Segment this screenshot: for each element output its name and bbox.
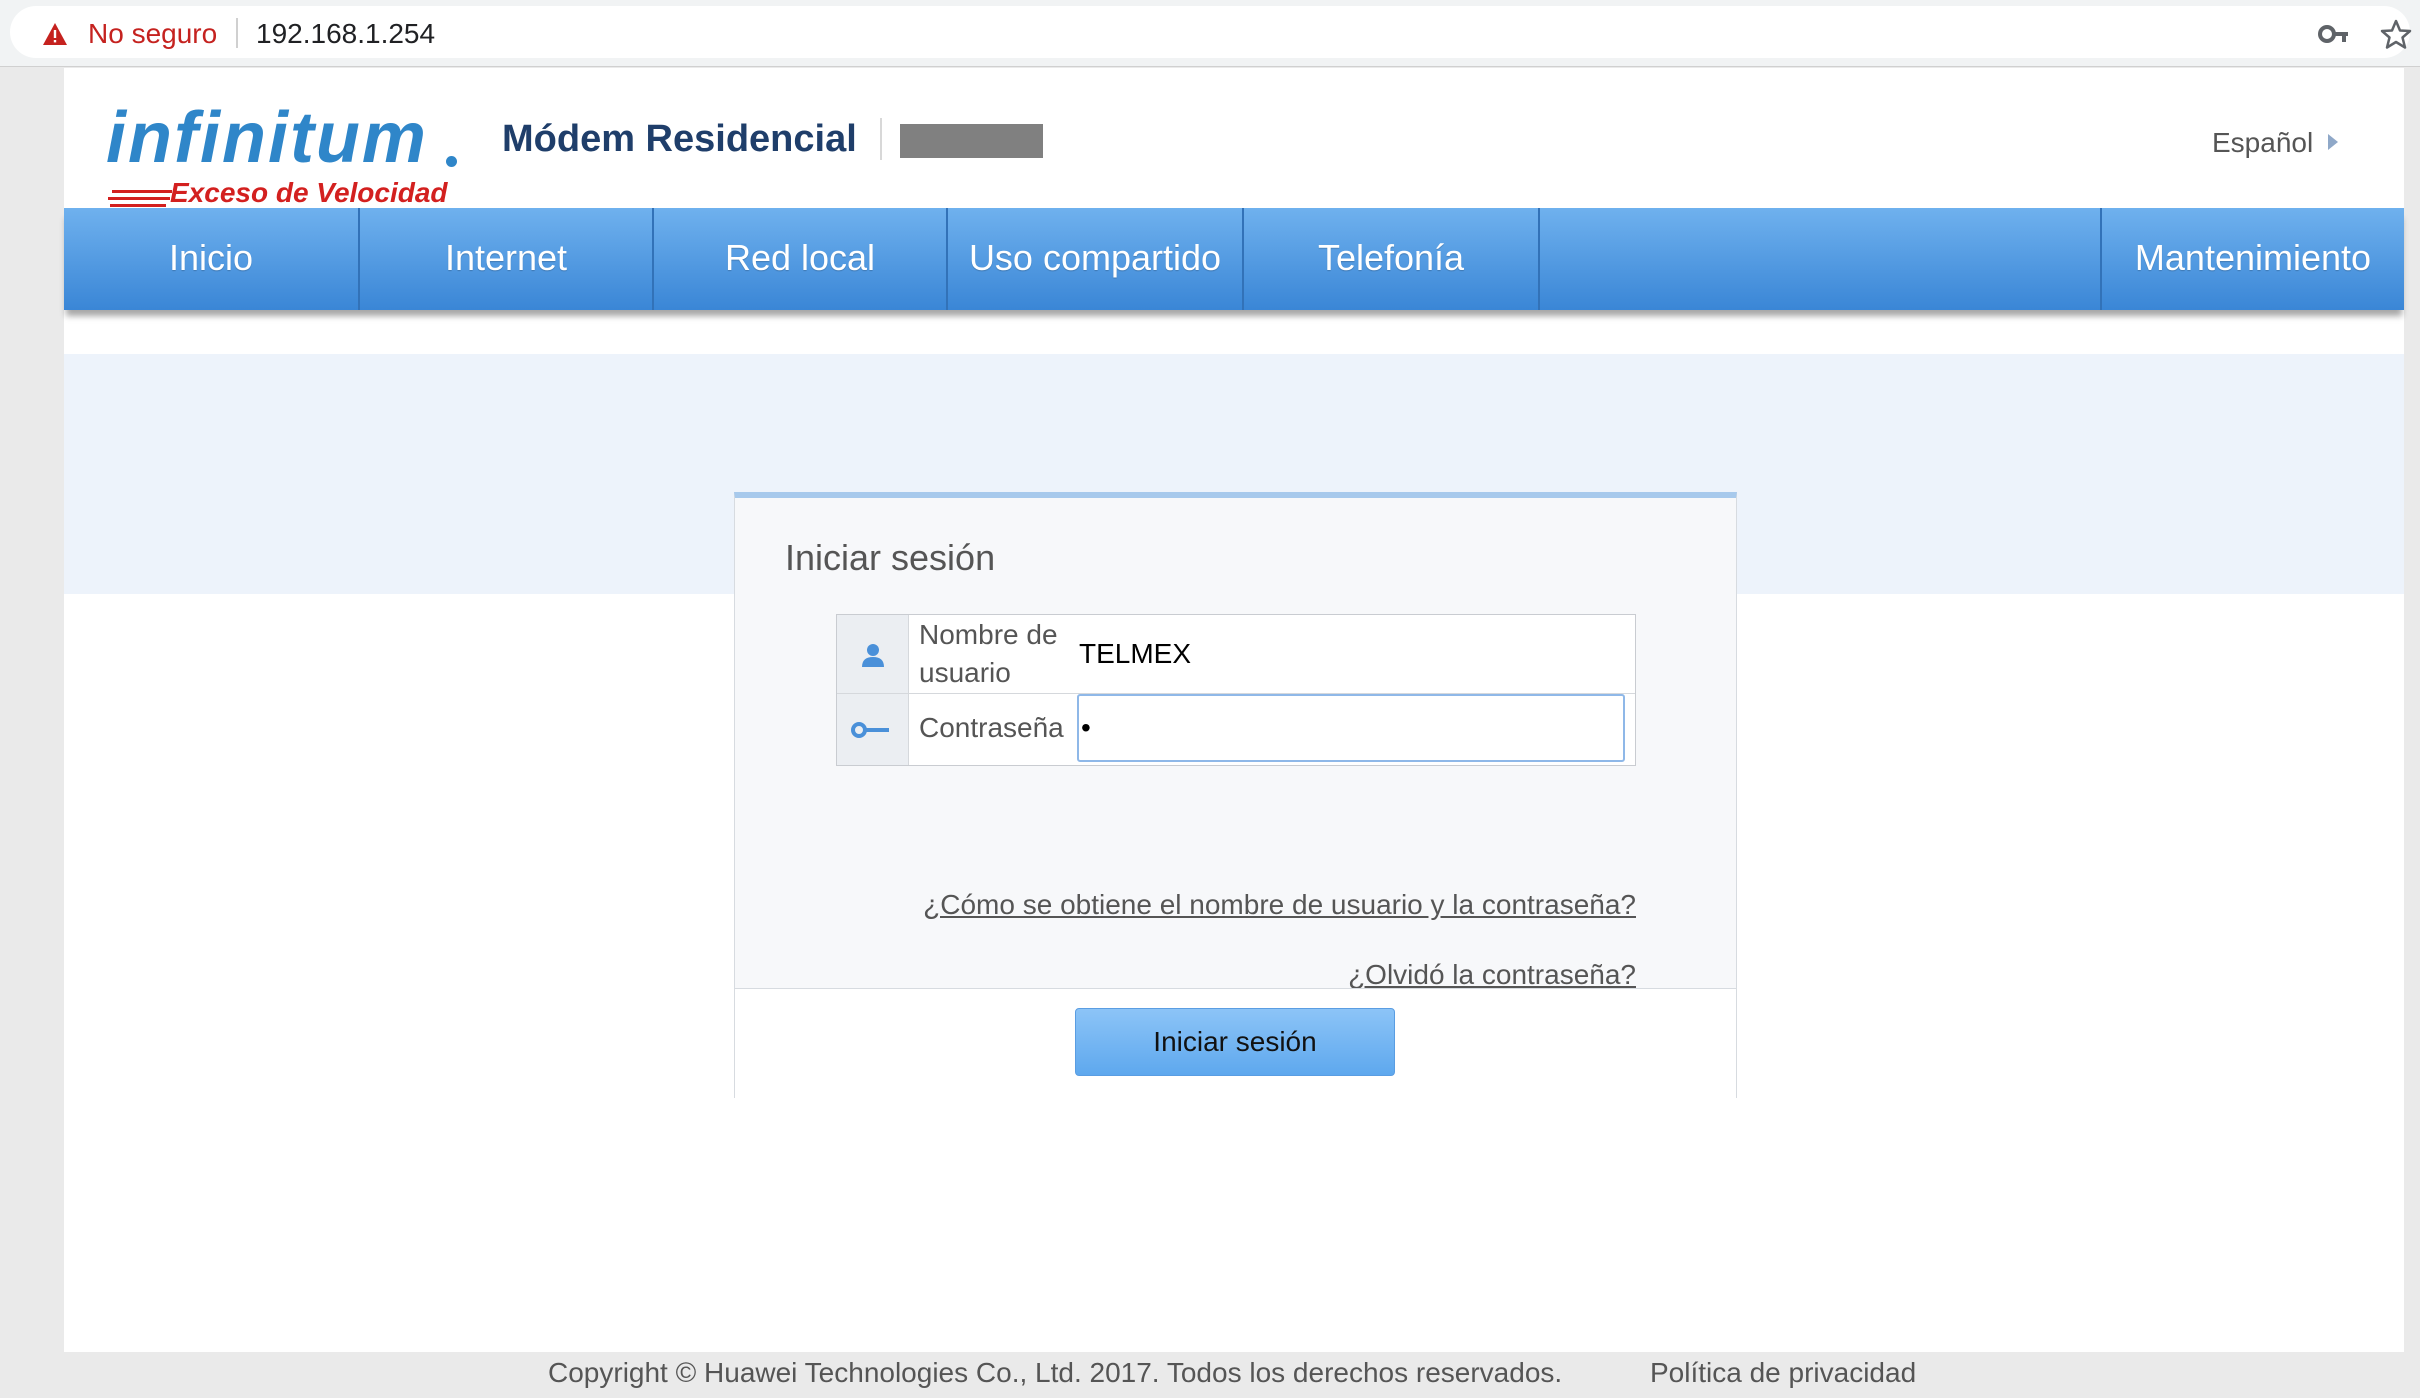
password-row: Contraseña bbox=[837, 694, 1635, 765]
credentials-help-link[interactable]: ¿Cómo se obtiene el nombre de usuario y … bbox=[923, 888, 1636, 922]
logo-wordmark: infinitum bbox=[106, 98, 428, 178]
password-label: Contraseña bbox=[919, 712, 1064, 743]
model-name-redacted bbox=[900, 124, 1043, 158]
url-text[interactable]: 192.168.1.254 bbox=[256, 18, 435, 50]
password-input[interactable] bbox=[1077, 694, 1625, 762]
nav-divider bbox=[1538, 208, 1540, 310]
login-title: Iniciar sesión bbox=[785, 537, 996, 578]
nav-item-telefonia[interactable]: Telefonía bbox=[1244, 208, 1538, 310]
credentials-form: Nombre de usuario Contraseña bbox=[836, 614, 1636, 766]
username-label-line1: Nombre de bbox=[919, 619, 1058, 650]
username-icon-cell bbox=[837, 615, 909, 693]
logo-tagline: Exceso de Velocidad bbox=[170, 177, 448, 208]
star-icon[interactable] bbox=[2380, 18, 2412, 50]
main-nav: Inicio Internet Red local Uso compartido… bbox=[64, 208, 2404, 310]
password-icon-cell bbox=[837, 694, 909, 765]
product-title: Módem Residencial bbox=[502, 118, 857, 160]
language-selector[interactable]: Español bbox=[2212, 126, 2313, 160]
key-icon[interactable] bbox=[2318, 20, 2350, 48]
security-label[interactable]: No seguro bbox=[88, 18, 217, 50]
nav-item-red-local[interactable]: Red local bbox=[654, 208, 946, 310]
caret-right-icon[interactable] bbox=[2326, 132, 2340, 152]
browser-address-bar: No seguro 192.168.1.254 bbox=[0, 0, 2420, 67]
nav-item-uso-compartido[interactable]: Uso compartido bbox=[948, 208, 1242, 310]
forgot-password-link[interactable]: ¿Olvidó la contraseña? bbox=[1348, 958, 1636, 992]
login-panel: Iniciar sesión Nombre de usuario TELMEX … bbox=[734, 492, 1737, 1099]
infinitum-logo: infinitum Exceso de Velocidad bbox=[106, 96, 466, 216]
username-label-line2: usuario bbox=[919, 657, 1011, 688]
username-input[interactable] bbox=[1077, 621, 1625, 687]
logo-dot bbox=[446, 156, 457, 167]
copyright-text: Copyright © Huawei Technologies Co., Ltd… bbox=[548, 1357, 1563, 1388]
nav-item-internet[interactable]: Internet bbox=[360, 208, 652, 310]
nav-item-inicio[interactable]: Inicio bbox=[64, 208, 358, 310]
privacy-policy-link[interactable]: Política de privacidad bbox=[1650, 1356, 1916, 1390]
user-icon bbox=[862, 644, 884, 667]
login-button[interactable]: Iniciar sesión bbox=[1075, 1008, 1395, 1076]
router-page: infinitum Exceso de Velocidad Módem Resi… bbox=[64, 68, 2404, 1352]
omnibox[interactable]: No seguro 192.168.1.254 bbox=[10, 6, 2412, 58]
address-separator bbox=[236, 18, 238, 48]
nav-item-mantenimiento[interactable]: Mantenimiento bbox=[2102, 208, 2404, 310]
speed-stripes-icon bbox=[108, 190, 172, 207]
warning-icon[interactable] bbox=[42, 22, 68, 46]
header-divider bbox=[880, 118, 882, 160]
username-row: Nombre de usuario bbox=[837, 615, 1635, 693]
key-icon bbox=[851, 722, 889, 738]
